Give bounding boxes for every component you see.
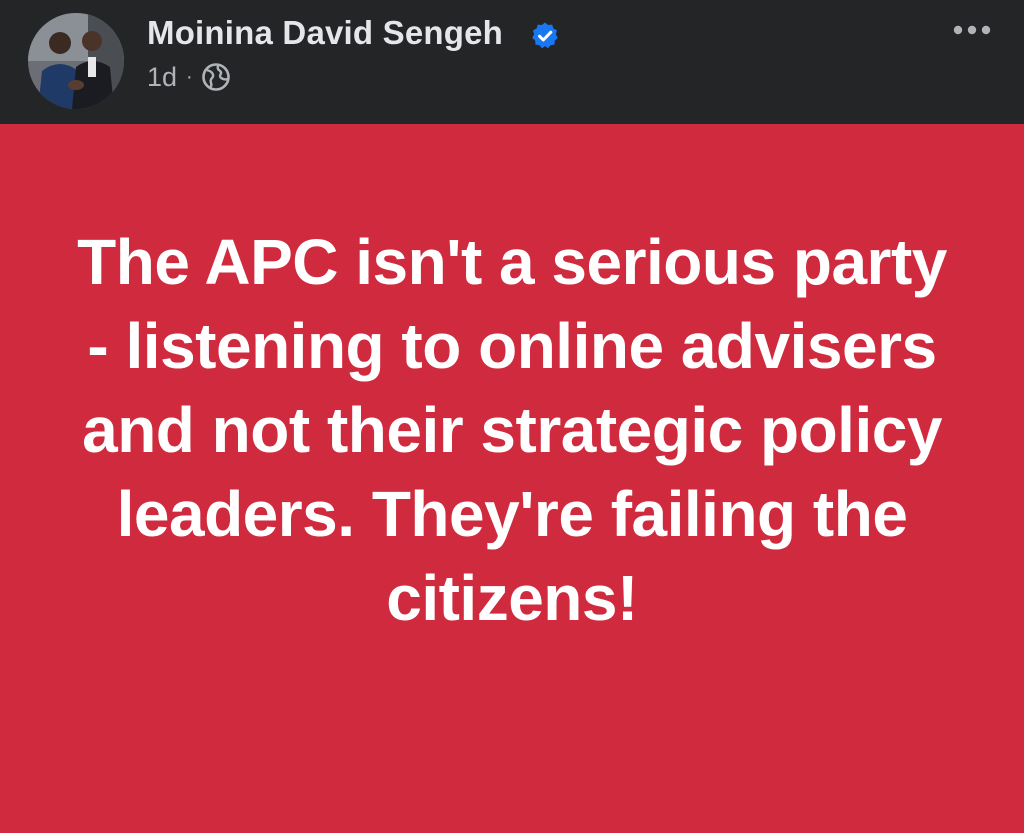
verified-badge-icon	[532, 22, 558, 49]
post-timestamp[interactable]: 1d	[147, 62, 177, 93]
post-meta: 1d ·	[147, 60, 231, 94]
more-options-button[interactable]	[944, 12, 1000, 48]
post-body-text: The APC isn't a serious party - listenin…	[77, 226, 947, 634]
author-avatar[interactable]	[28, 13, 124, 109]
more-options-icon	[953, 25, 991, 35]
post-colored-background: The APC isn't a serious party - listenin…	[0, 124, 1024, 833]
meta-separator: ·	[186, 65, 193, 88]
author-name[interactable]: Moinina David Sengeh	[147, 14, 503, 52]
post-header: Moinina David Sengeh 1d ·	[0, 0, 1024, 124]
avatar-photo	[28, 13, 124, 109]
globe-icon[interactable]	[201, 62, 231, 92]
